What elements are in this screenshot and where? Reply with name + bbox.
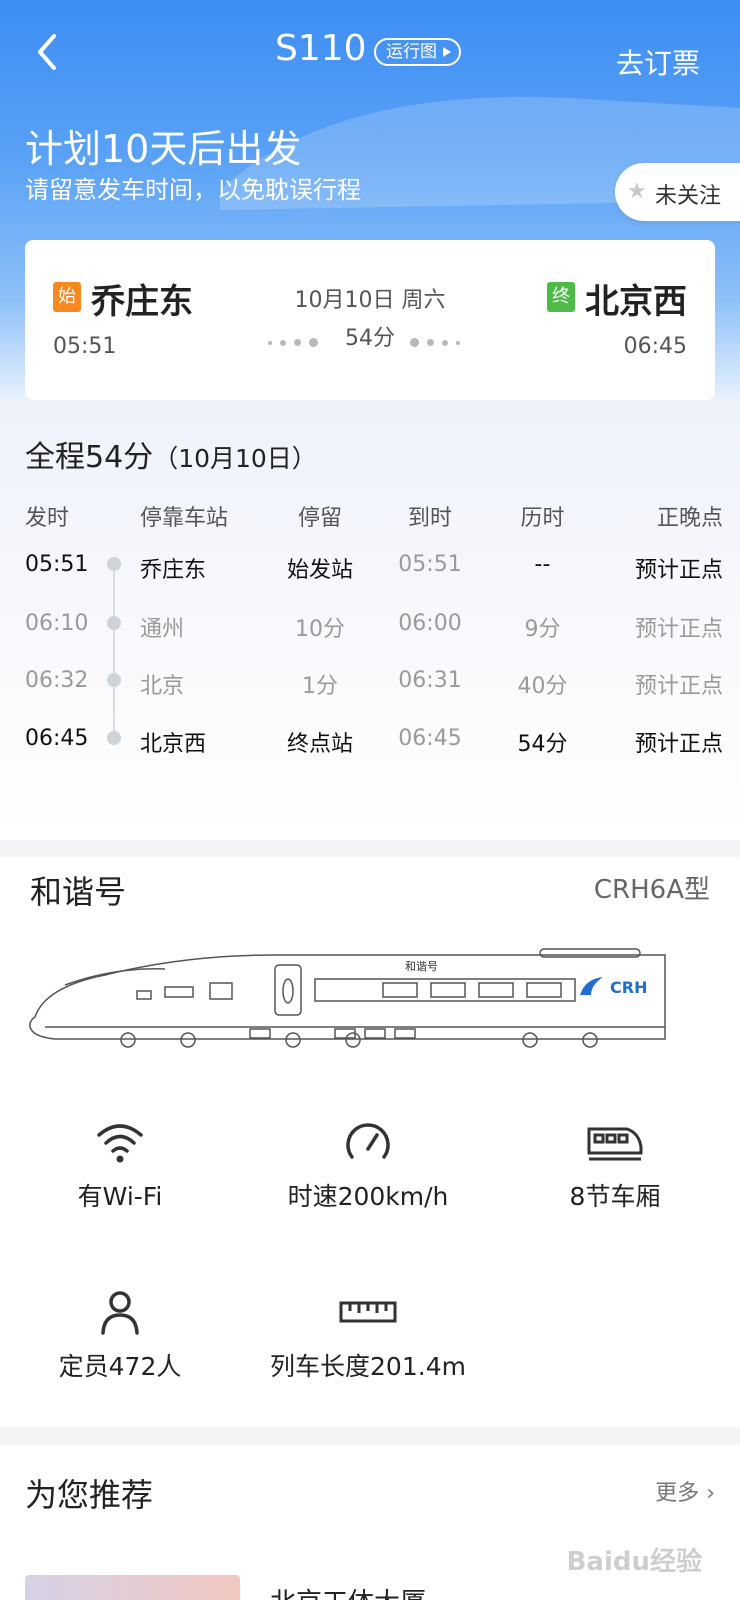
row-station[interactable]: 乔庄东	[140, 552, 250, 584]
to-station: 北京西	[585, 282, 687, 322]
train-image-name: 和谐号	[405, 959, 438, 973]
feature-label: 有Wi-Fi	[77, 1182, 163, 1211]
ruler-icon	[339, 1301, 397, 1323]
follow-label: 未关注	[655, 184, 722, 209]
row-arrive: 06:31	[398, 668, 462, 693]
train-series-name: 和谐号	[30, 873, 127, 911]
row-station[interactable]: 北京	[140, 668, 250, 700]
play-triangle-icon	[443, 47, 451, 57]
row-station[interactable]: 北京西	[140, 726, 250, 758]
row-stay: 终点站	[286, 732, 353, 757]
progress-dots-right	[410, 332, 468, 351]
route-card: 始 乔庄东 05:51 10月10日 周六 54分 终 北京西 06:45	[25, 240, 715, 400]
feature-wifi: 有Wi-Fi	[0, 1119, 240, 1213]
row-depart: 06:10	[25, 611, 89, 636]
row-elapsed: 40分	[517, 674, 568, 699]
wifi-icon	[97, 1124, 143, 1163]
train-info-card: 和谐号 CRH6A型 和谐号 CRH 有Wi-Fi 时速200km/h 8节车厢…	[0, 857, 740, 1427]
row-status: 预计正点	[634, 674, 723, 699]
feature-label: 定员472人	[58, 1352, 182, 1381]
row-arrive: 05:51	[398, 552, 462, 577]
chevron-right-icon: ›	[706, 1481, 715, 1506]
row-arrive: 06:45	[398, 726, 462, 751]
feature-speed: 时速200km/h	[248, 1119, 488, 1213]
feature-capacity: 定员472人	[0, 1289, 240, 1383]
book-ticket-button[interactable]: 去订票	[616, 42, 700, 82]
header-arrive: 到时	[407, 506, 452, 531]
header-status: 正晚点	[656, 506, 723, 531]
row-elapsed: --	[534, 552, 551, 577]
row-status: 预计正点	[634, 732, 723, 757]
train-number: S110	[275, 28, 367, 69]
header-depart: 发时	[25, 506, 70, 531]
train-image-brand: CRH	[610, 978, 647, 997]
timeline-dot	[107, 616, 121, 630]
recommend-thumbnail[interactable]	[25, 1575, 240, 1600]
run-map-label: 运行图	[386, 42, 437, 62]
row-depart: 06:45	[25, 726, 89, 751]
arrive-time: 06:45	[623, 334, 687, 359]
travel-duration: 54分	[345, 326, 395, 351]
timeline-dot	[107, 731, 121, 745]
schedule-title: 全程54分（10月10日）	[25, 432, 317, 476]
recommend-item-title[interactable]: 北京工体大厦	[270, 1582, 426, 1600]
train-illustration: 和谐号 CRH	[29, 948, 666, 1048]
plan-subtitle: 请留意发车时间，以免耽误行程	[25, 176, 361, 204]
row-station[interactable]: 通州	[140, 611, 250, 643]
more-label: 更多	[655, 1481, 700, 1506]
back-arrow-icon[interactable]	[28, 30, 68, 74]
recommend-section: 为您推荐 更多 › 北京工体大厦 Baidu经验	[0, 1445, 740, 1600]
nav-bar: S110 运行图 去订票	[0, 20, 740, 90]
feature-label: 8节车厢	[569, 1182, 661, 1211]
follow-button[interactable]: ★ 未关注	[615, 163, 740, 221]
row-elapsed: 9分	[524, 617, 561, 642]
run-map-button[interactable]: 运行图	[374, 38, 461, 66]
end-tag: 终	[547, 282, 575, 312]
row-elapsed: 54分	[517, 732, 568, 757]
row-stay: 1分	[302, 674, 338, 699]
timeline-dot	[107, 557, 121, 571]
header-elapsed: 历时	[520, 506, 565, 531]
row-stay: 10分	[295, 617, 345, 642]
row-status: 预计正点	[634, 558, 723, 583]
train-car-icon	[587, 1127, 643, 1161]
schedule-title-duration: 全程54分	[25, 440, 154, 475]
train-model: CRH6A型	[593, 875, 710, 905]
person-icon	[101, 1291, 139, 1335]
header-stay: 停留	[297, 506, 342, 531]
watermark: Baidu经验	[566, 1547, 702, 1577]
schedule-section: 全程54分（10月10日） 发时 停靠车站 停留 到时 历时 正晚点 05:51…	[0, 400, 740, 840]
feature-label: 列车长度201.4m	[270, 1352, 466, 1381]
feature-cars: 8节车厢	[495, 1119, 735, 1213]
row-stay: 始发站	[286, 558, 353, 583]
row-depart: 06:32	[25, 668, 89, 693]
speedometer-icon	[346, 1123, 390, 1159]
row-arrive: 06:00	[398, 611, 462, 636]
feature-length: 列车长度201.4m	[248, 1289, 488, 1383]
feature-label: 时速200km/h	[287, 1182, 449, 1211]
row-depart: 05:51	[25, 552, 89, 577]
timeline-dot	[107, 673, 121, 687]
schedule-title-date: （10月10日）	[153, 444, 317, 473]
recommend-title: 为您推荐	[25, 1476, 154, 1514]
row-status: 预计正点	[634, 617, 723, 642]
header-station: 停靠车站	[140, 506, 229, 531]
timeline-line	[113, 564, 115, 739]
star-icon: ★	[627, 179, 647, 204]
plan-title: 计划10天后出发	[25, 127, 302, 171]
more-link[interactable]: 更多 ›	[655, 1475, 715, 1507]
